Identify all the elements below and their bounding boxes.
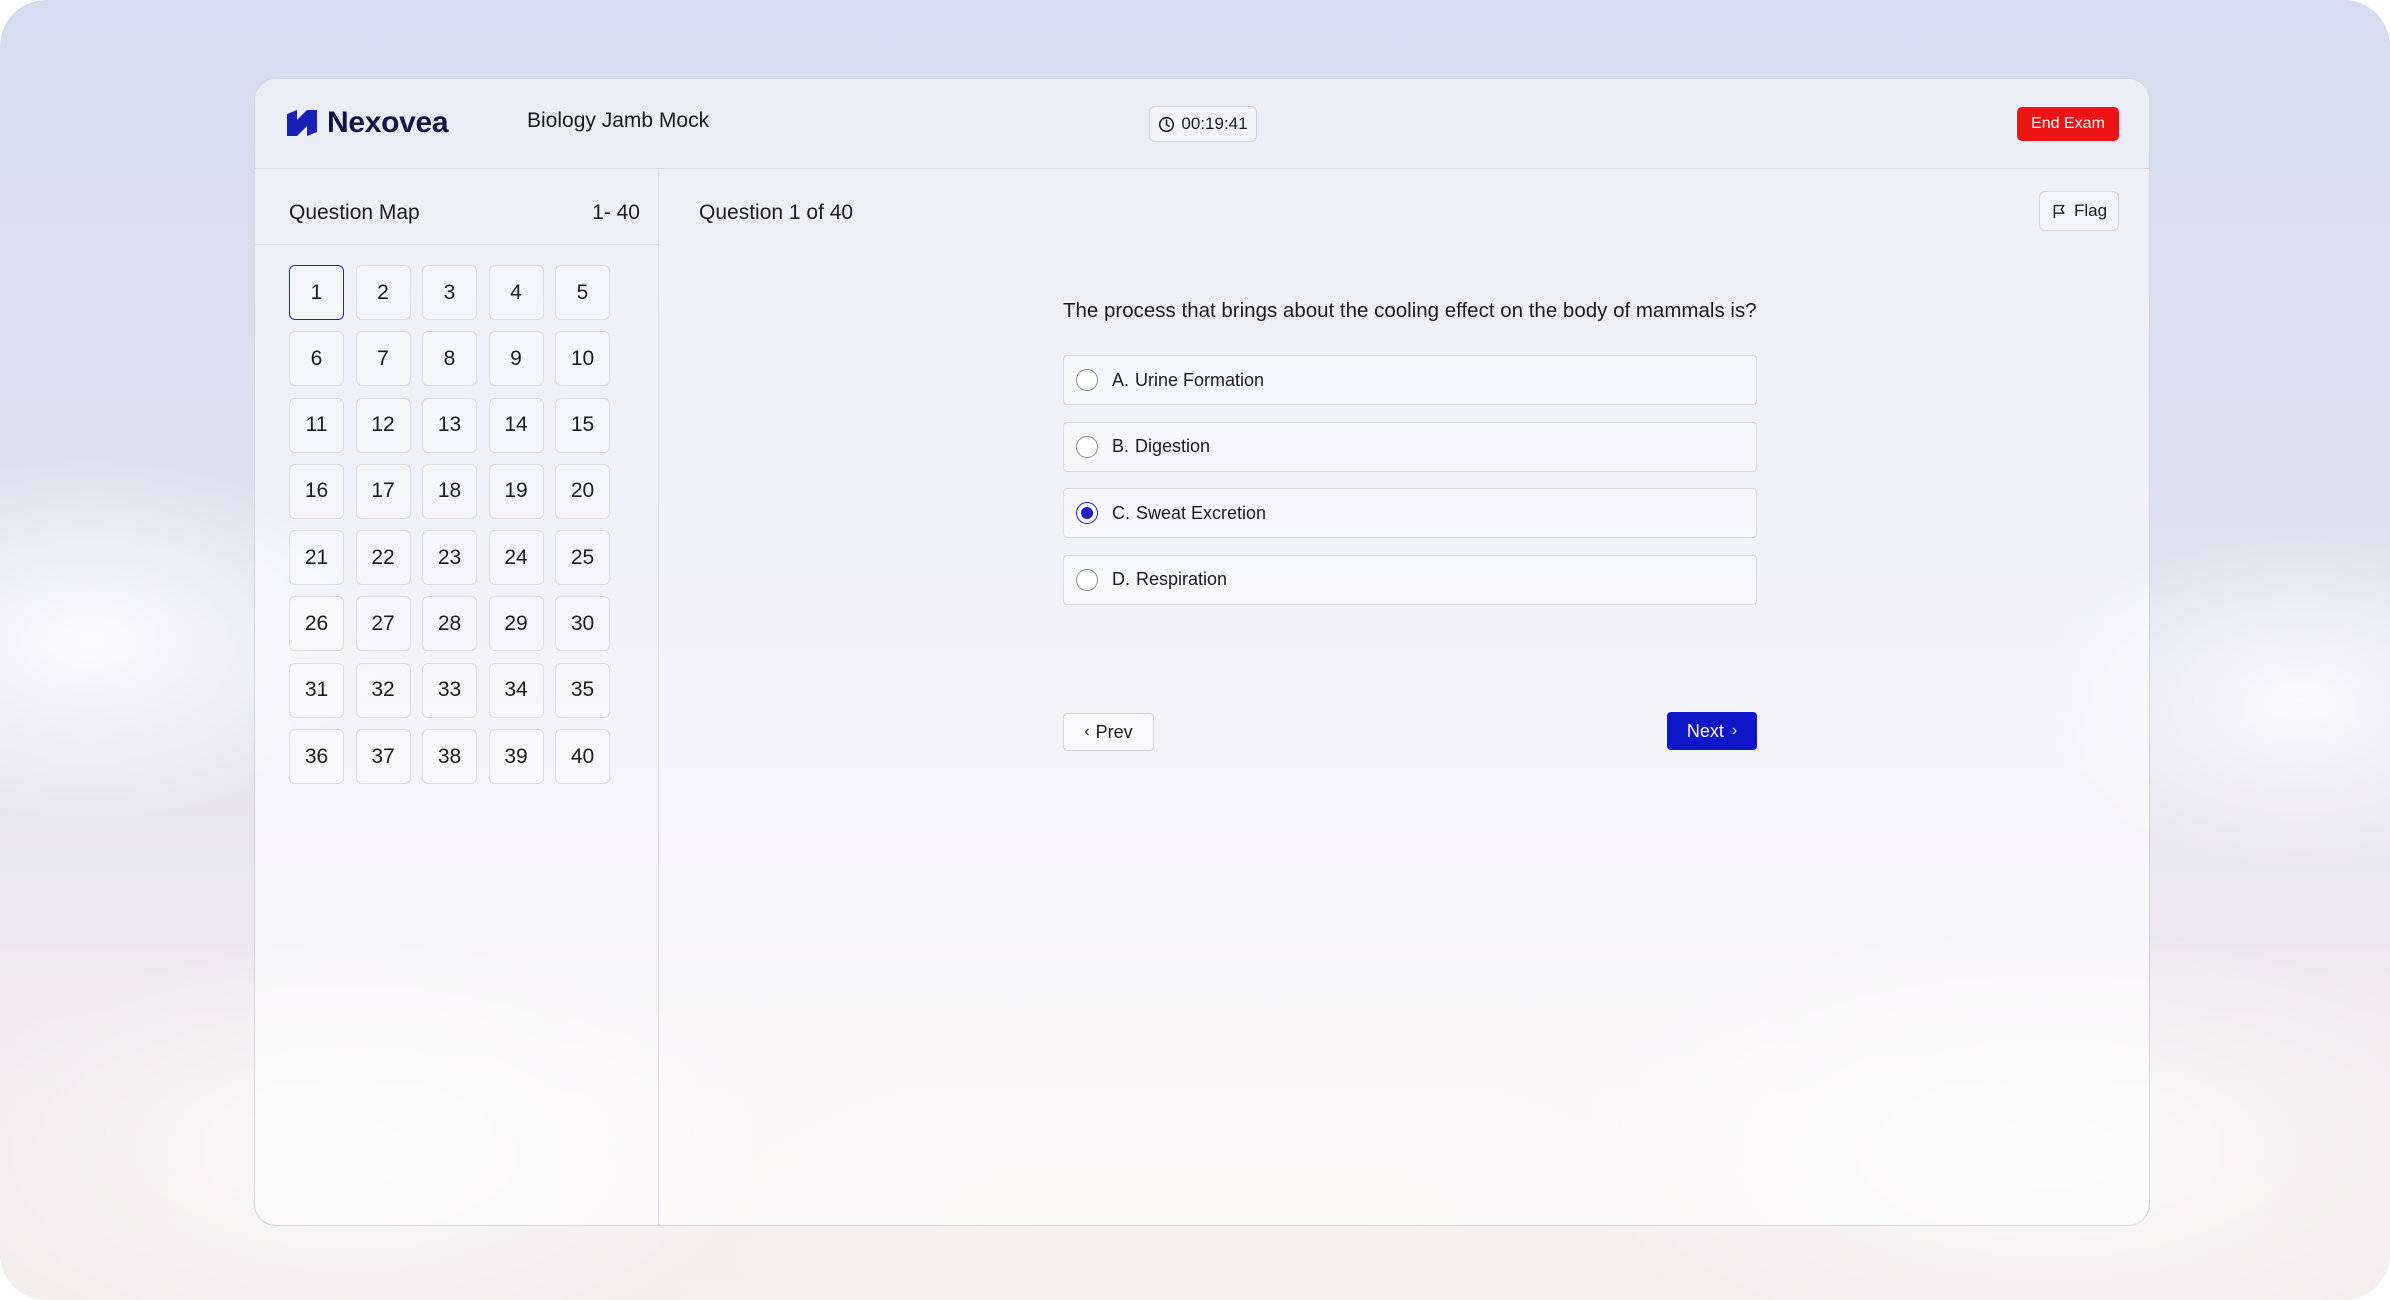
question-map-item[interactable]: 30 bbox=[555, 596, 610, 652]
question-map-item[interactable]: 10 bbox=[555, 331, 610, 387]
brand-name: Nexovea bbox=[327, 106, 449, 139]
question-map-item[interactable]: 3 bbox=[422, 265, 477, 320]
nexovea-logo-icon bbox=[287, 110, 317, 136]
option-b[interactable]: B. Digestion bbox=[1063, 421, 1757, 472]
question-text: The process that brings about the coolin… bbox=[1063, 299, 1757, 322]
question-map-item[interactable]: 5 bbox=[555, 265, 610, 320]
next-button[interactable]: Next › bbox=[1667, 712, 1757, 750]
question-map-item[interactable]: 37 bbox=[355, 729, 411, 785]
question-map-item[interactable]: 25 bbox=[555, 530, 610, 586]
question-map-item[interactable]: 2 bbox=[355, 265, 411, 320]
option-d-radio[interactable] bbox=[1076, 568, 1098, 591]
question-map-item[interactable]: 19 bbox=[488, 463, 544, 519]
option-text: Respiration bbox=[1136, 569, 1228, 589]
option-letter: C. bbox=[1112, 502, 1130, 523]
question-counter: Question 1 of 40 bbox=[699, 201, 854, 224]
question-map-sidebar: Question Map 1- 40 1 2 3 4 5 6 7 8 9 10 11 12 13 14 15… bbox=[255, 169, 659, 1225]
option-b-radio[interactable] bbox=[1076, 435, 1098, 458]
question-map-item[interactable]: 34 bbox=[488, 662, 544, 718]
question-map-item[interactable]: 24 bbox=[488, 530, 544, 586]
question-map-item[interactable]: 33 bbox=[422, 662, 477, 718]
question-map-item[interactable]: 9 bbox=[488, 331, 544, 387]
question-map-item[interactable]: 11 bbox=[289, 397, 344, 453]
question-map-item[interactable]: 22 bbox=[355, 530, 411, 586]
top-bar: Nexovea Biology Jamb Mock 00:19:41 End E… bbox=[255, 79, 2149, 169]
question-map-item[interactable]: 16 bbox=[289, 463, 344, 519]
question-map-item[interactable]: 28 bbox=[422, 596, 477, 652]
question-map-item[interactable]: 20 bbox=[555, 463, 610, 519]
question-map-item[interactable]: 7 bbox=[355, 331, 411, 387]
question-map-item[interactable]: 15 bbox=[555, 397, 610, 453]
chevron-right-icon: › bbox=[1731, 722, 1738, 739]
question-map-item[interactable]: 12 bbox=[355, 397, 411, 453]
question-map-item[interactable]: 27 bbox=[355, 596, 411, 652]
question-map-item[interactable]: 31 bbox=[289, 662, 344, 718]
question-map-item[interactable]: 21 bbox=[289, 530, 344, 586]
option-a-radio[interactable] bbox=[1076, 369, 1098, 391]
answer-options: A. Urine Formation B. Digestion C. Sweat… bbox=[1063, 355, 1757, 621]
timer-value: 00:19:41 bbox=[1181, 114, 1248, 133]
question-map-item[interactable]: 17 bbox=[355, 463, 411, 519]
option-letter: D. bbox=[1112, 569, 1130, 589]
exam-window: Nexovea Biology Jamb Mock 00:19:41 End E… bbox=[254, 78, 2150, 1226]
prev-button[interactable]: ‹ Prev bbox=[1063, 713, 1154, 751]
question-map-item[interactable]: 18 bbox=[422, 463, 477, 519]
option-c[interactable]: C. Sweat Excretion bbox=[1063, 488, 1757, 538]
question-map-item[interactable]: 40 bbox=[555, 729, 610, 785]
question-map-item[interactable]: 1 bbox=[289, 265, 344, 320]
question-map-item[interactable]: 26 bbox=[289, 596, 344, 652]
question-map-item[interactable]: 29 bbox=[488, 596, 544, 652]
chevron-left-icon: ‹ bbox=[1084, 723, 1090, 740]
option-letter: A. bbox=[1112, 369, 1130, 390]
question-map-item[interactable]: 4 bbox=[488, 265, 544, 320]
question-panel: Question 1 of 40 Flag The process that b… bbox=[659, 169, 2149, 1225]
option-text: Urine Formation bbox=[1135, 369, 1265, 390]
logo: Nexovea bbox=[285, 105, 449, 141]
question-map-item[interactable]: 8 bbox=[422, 331, 477, 387]
timer: 00:19:41 bbox=[1149, 106, 1257, 142]
clock-icon bbox=[1159, 116, 1175, 132]
option-text: Digestion bbox=[1135, 436, 1211, 456]
question-map-item[interactable]: 13 bbox=[422, 397, 477, 453]
question-map-range: 1- 40 bbox=[592, 201, 640, 224]
option-letter: B. bbox=[1112, 436, 1130, 456]
option-c-radio[interactable] bbox=[1076, 502, 1098, 524]
question-map-header: Question Map 1- 40 bbox=[255, 169, 658, 245]
question-map-item[interactable]: 35 bbox=[555, 662, 610, 718]
question-map-title: Question Map bbox=[289, 201, 420, 224]
question-map-item[interactable]: 38 bbox=[422, 729, 477, 785]
exam-title: Biology Jamb Mock bbox=[527, 109, 710, 132]
question-map-item[interactable]: 39 bbox=[488, 729, 544, 785]
option-text: Sweat Excretion bbox=[1136, 502, 1267, 523]
question-map-item[interactable]: 6 bbox=[289, 331, 344, 387]
question-map-item[interactable]: 32 bbox=[355, 662, 411, 718]
question-map-item[interactable]: 14 bbox=[488, 397, 544, 453]
end-exam-button[interactable]: End Exam bbox=[2017, 107, 2119, 141]
next-label: Next bbox=[1686, 720, 1724, 741]
question-map-item[interactable]: 36 bbox=[289, 729, 344, 785]
flag-icon bbox=[2053, 204, 2065, 218]
question-grid: 1 2 3 4 5 6 7 8 9 10 11 12 13 14 15 16 17 18 19 20 21 22 23 24 2… bbox=[289, 265, 610, 785]
option-d[interactable]: D. Respiration bbox=[1063, 554, 1757, 605]
flag-button[interactable]: Flag bbox=[2039, 191, 2119, 231]
prev-label: Prev bbox=[1095, 721, 1133, 742]
flag-label: Flag bbox=[2073, 201, 2108, 220]
question-map-item[interactable]: 23 bbox=[422, 530, 477, 586]
option-a[interactable]: A. Urine Formation bbox=[1063, 355, 1757, 405]
